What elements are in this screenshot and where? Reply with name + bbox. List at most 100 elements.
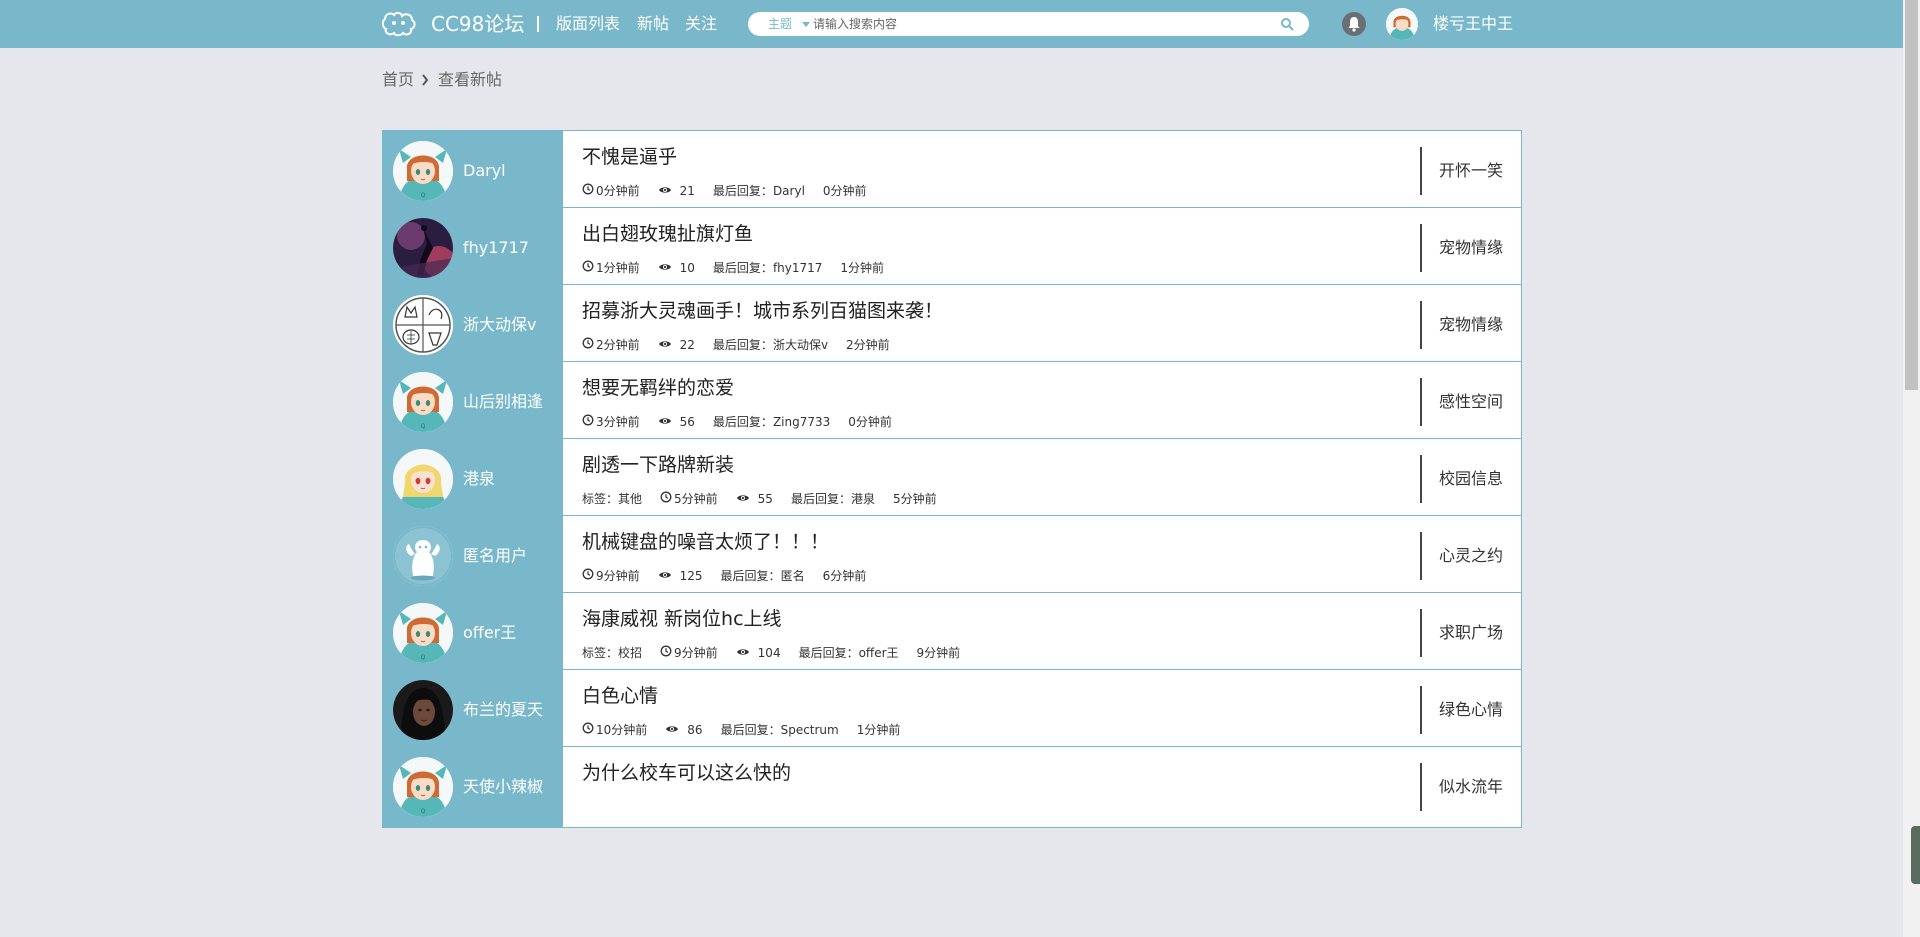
board-link[interactable]: 开怀一笑 bbox=[1439, 159, 1503, 183]
search-scope-select[interactable]: 主题 bbox=[768, 12, 792, 36]
board-link[interactable]: 心灵之约 bbox=[1439, 544, 1503, 568]
eye-icon bbox=[665, 721, 679, 739]
eye-icon bbox=[658, 336, 672, 354]
board-divider bbox=[1420, 224, 1422, 272]
author-avatar[interactable] bbox=[393, 526, 453, 586]
topic-title[interactable]: 为什么校车可以这么快的 bbox=[582, 760, 791, 786]
cc98-logo-icon[interactable] bbox=[381, 11, 417, 37]
board-link[interactable]: 似水流年 bbox=[1439, 775, 1503, 799]
board-divider bbox=[1420, 532, 1422, 580]
topic-author-panel[interactable]: 浙大动保v bbox=[383, 285, 563, 365]
nav-new-posts[interactable]: 新帖 bbox=[637, 12, 669, 36]
author-avatar[interactable] bbox=[393, 449, 453, 509]
author-avatar[interactable]: Q bbox=[393, 141, 453, 201]
board-link[interactable]: 宠物情缘 bbox=[1439, 236, 1503, 260]
topic-meta: 9分钟前 125 最后回复：匿名 6分钟前 bbox=[582, 566, 866, 584]
topic-author-panel[interactable]: 匿名用户 bbox=[383, 516, 563, 596]
clock-icon bbox=[582, 259, 594, 277]
board-link[interactable]: 校园信息 bbox=[1439, 467, 1503, 491]
chevron-down-icon[interactable] bbox=[802, 22, 810, 27]
breadcrumb-home[interactable]: 首页 bbox=[382, 70, 414, 90]
author-name[interactable]: 匿名用户 bbox=[463, 544, 527, 568]
topic-title[interactable]: 不愧是逼乎 bbox=[582, 144, 677, 170]
last-reply-label: 最后回复： bbox=[712, 414, 773, 429]
search-icon[interactable] bbox=[1280, 17, 1294, 31]
author-name[interactable]: fhy1717 bbox=[463, 236, 529, 260]
last-reply-time: 5分钟前 bbox=[892, 491, 937, 506]
topic-title[interactable]: 白色心情 bbox=[582, 683, 658, 709]
search-input[interactable] bbox=[813, 14, 1253, 34]
nav-following[interactable]: 关注 bbox=[685, 12, 717, 36]
topic-title[interactable]: 剧透一下路牌新装 bbox=[582, 452, 734, 478]
clock-icon bbox=[582, 182, 594, 200]
author-name[interactable]: Daryl bbox=[463, 159, 506, 183]
topic-meta: 1分钟前 10 最后回复：fhy1717 1分钟前 bbox=[582, 258, 884, 276]
topic-row[interactable]: 布兰的夏天 白色心情 10分钟前 86 最后回复：Spectrum 1分钟前 绿色心情 bbox=[382, 669, 1522, 751]
author-name[interactable]: offer王 bbox=[463, 621, 516, 645]
topic-row[interactable]: 浙大动保v 招募浙大灵魂画手！城市系列百猫图来袭！ 2分钟前 22 最后回复：浙大动保v… bbox=[382, 284, 1522, 366]
author-avatar[interactable] bbox=[393, 295, 453, 355]
author-name[interactable]: 布兰的夏天 bbox=[463, 698, 543, 722]
svg-text:Q: Q bbox=[421, 654, 426, 661]
topic-row[interactable]: 港泉 剧透一下路牌新装 标签：其他 5分钟前 55 最后回复：港泉 5分钟前 校园信息 bbox=[382, 438, 1522, 520]
post-time: 9分钟前 bbox=[674, 645, 718, 660]
topic-title[interactable]: 出白翅玫瑰扯旗灯鱼 bbox=[582, 221, 753, 247]
user-avatar[interactable] bbox=[1386, 8, 1418, 40]
author-name[interactable]: 山后别相逢 bbox=[463, 390, 543, 414]
topic-author-panel[interactable]: Q 山后别相逢 bbox=[383, 362, 563, 442]
board-divider bbox=[1420, 301, 1422, 349]
view-count: 22 bbox=[679, 337, 695, 352]
post-time: 0分钟前 bbox=[596, 183, 640, 198]
topic-title[interactable]: 机械键盘的噪音太烦了！！！ bbox=[582, 529, 829, 555]
last-reply-time: 9分钟前 bbox=[916, 645, 961, 660]
topic-row[interactable]: Q 山后别相逢 想要无羁绊的恋爱 3分钟前 56 最后回复：Zing7733 0分钟前 感性空… bbox=[382, 361, 1522, 443]
author-avatar[interactable] bbox=[393, 218, 453, 278]
topic-row[interactable]: 匿名用户 机械键盘的噪音太烦了！！！ 9分钟前 125 最后回复：匿名 6分钟前 心灵之约 bbox=[382, 515, 1522, 597]
nav-board-list[interactable]: 版面列表 bbox=[556, 12, 620, 36]
topic-title[interactable]: 海康威视 新岗位hc上线 bbox=[582, 606, 782, 632]
search-bar: 主题 bbox=[748, 12, 1309, 36]
topic-row[interactable]: Q Daryl 不愧是逼乎 0分钟前 21 最后回复：Daryl 0分钟前 开怀一笑 bbox=[382, 130, 1522, 212]
topic-row[interactable]: fhy1717 出白翅玫瑰扯旗灯鱼 1分钟前 10 最后回复：fhy1717 1分钟前 宠物… bbox=[382, 207, 1522, 289]
top-navbar: CC98论坛 版面列表 新帖 关注 主题 楼亏王中王 bbox=[0, 0, 1903, 48]
brand-title[interactable]: CC98论坛 bbox=[431, 10, 524, 38]
last-reply-label: 最后回复： bbox=[712, 337, 773, 352]
view-count: 104 bbox=[757, 645, 781, 660]
clock-icon bbox=[660, 644, 672, 662]
post-time: 5分钟前 bbox=[674, 491, 718, 506]
topic-author-panel[interactable]: Q Daryl bbox=[383, 131, 563, 211]
page-scrollbar[interactable] bbox=[1903, 0, 1920, 937]
author-avatar[interactable]: Q bbox=[393, 603, 453, 663]
board-divider bbox=[1420, 378, 1422, 426]
topic-title[interactable]: 想要无羁绊的恋爱 bbox=[582, 375, 734, 401]
last-reply-label: 最后回复： bbox=[720, 722, 781, 737]
topic-author-panel[interactable]: fhy1717 bbox=[383, 208, 563, 288]
tag-label: 标签： bbox=[582, 645, 619, 660]
topic-author-panel[interactable]: Qoffer王 bbox=[383, 593, 563, 673]
topic-row[interactable]: Q 天使小辣椒 为什么校车可以这么快的似水流年 bbox=[382, 746, 1522, 828]
author-avatar[interactable] bbox=[393, 680, 453, 740]
author-avatar[interactable]: Q bbox=[393, 372, 453, 432]
side-tool-widget[interactable] bbox=[1911, 826, 1920, 884]
clock-icon bbox=[582, 721, 594, 739]
topic-author-panel[interactable]: 港泉 bbox=[383, 439, 563, 519]
notification-bell-icon[interactable] bbox=[1342, 12, 1366, 36]
view-count: 21 bbox=[679, 183, 695, 198]
board-link[interactable]: 求职广场 bbox=[1439, 621, 1503, 645]
topic-author-panel[interactable]: 布兰的夏天 bbox=[383, 670, 563, 750]
author-name[interactable]: 港泉 bbox=[463, 467, 495, 491]
user-name[interactable]: 楼亏王中王 bbox=[1433, 12, 1513, 36]
clock-icon bbox=[582, 567, 594, 585]
topic-author-panel[interactable]: Q 天使小辣椒 bbox=[383, 747, 563, 827]
board-link[interactable]: 感性空间 bbox=[1439, 390, 1503, 414]
topic-row[interactable]: Qoffer王 海康威视 新岗位hc上线 标签：校招 9分钟前 104 最后回复：offe… bbox=[382, 592, 1522, 674]
scrollbar-thumb[interactable] bbox=[1905, 0, 1918, 390]
tag-label: 标签： bbox=[582, 491, 619, 506]
author-name[interactable]: 浙大动保v bbox=[463, 313, 536, 337]
author-avatar[interactable]: Q bbox=[393, 757, 453, 817]
board-link[interactable]: 宠物情缘 bbox=[1439, 313, 1503, 337]
author-name[interactable]: 天使小辣椒 bbox=[463, 775, 543, 799]
topic-title[interactable]: 招募浙大灵魂画手！城市系列百猫图来袭！ bbox=[582, 298, 943, 324]
view-count: 125 bbox=[679, 568, 703, 583]
board-link[interactable]: 绿色心情 bbox=[1439, 698, 1503, 722]
